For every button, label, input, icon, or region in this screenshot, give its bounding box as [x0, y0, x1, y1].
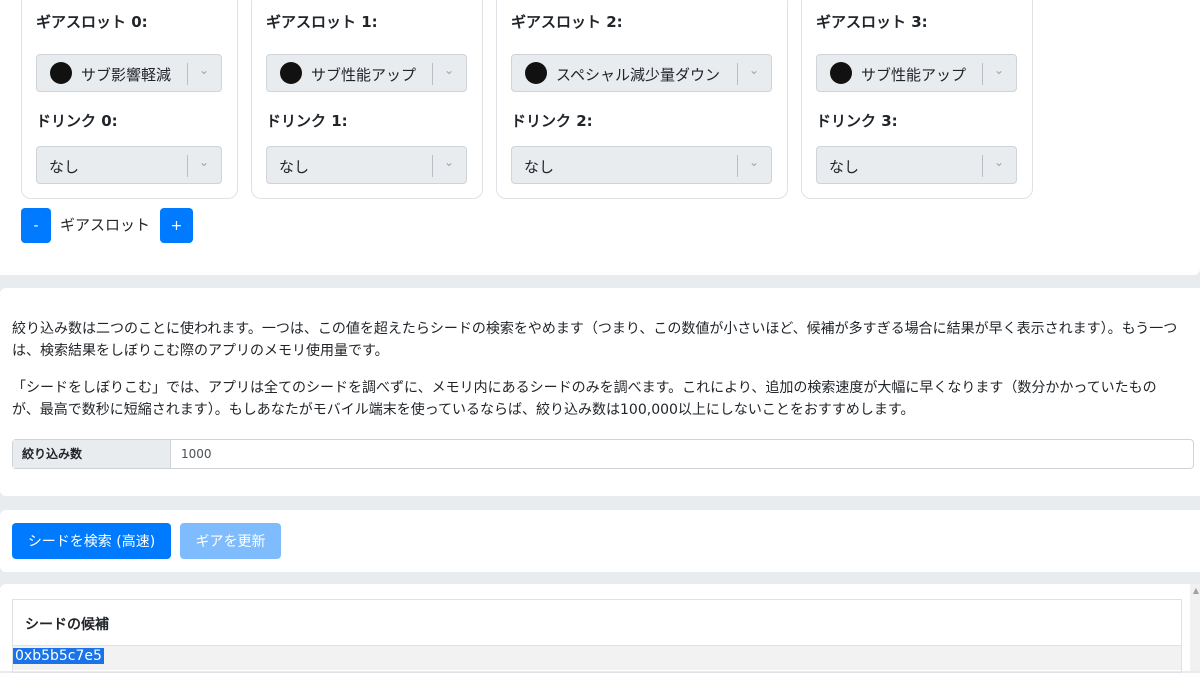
- select-separator: [432, 155, 433, 177]
- drink-value: なし: [829, 158, 860, 176]
- drink-label: ドリンク 3:: [816, 112, 898, 130]
- search-seed-button[interactable]: シードを検索 (高速): [12, 523, 171, 559]
- table-header-label: シードの候補: [25, 617, 109, 633]
- gear-ability-value: スペシャル減少量ダウン: [556, 66, 720, 84]
- drink-value: なし: [524, 158, 555, 176]
- gear-ability-value: サブ性能アップ: [861, 66, 967, 84]
- gear-slot-card-3: ギアスロット 3: サブ性能アップ ⌄ ドリンク 3: なし ⌄: [801, 0, 1033, 199]
- select-separator: [982, 63, 983, 85]
- seed-value[interactable]: 0xb5b5c7e5: [13, 648, 104, 664]
- select-separator: [737, 63, 738, 85]
- sub-power-up-icon: [830, 62, 852, 84]
- action-buttons-section: シードを検索 (高速) ギアを更新: [0, 510, 1200, 572]
- gear-slot-card-2: ギアスロット 2: スペシャル減少量ダウン ⌄ ドリンク 2: なし ⌄: [496, 0, 788, 199]
- chevron-down-icon[interactable]: ⌄: [193, 63, 215, 77]
- chevron-down-icon[interactable]: ⌄: [438, 155, 460, 169]
- drink-value: なし: [49, 158, 80, 176]
- chevron-down-icon[interactable]: ⌄: [988, 63, 1010, 77]
- slot-count-label: ギアスロット: [60, 216, 151, 234]
- drink-label: ドリンク 2:: [511, 112, 593, 130]
- special-saver-icon: [525, 62, 547, 84]
- chevron-down-icon[interactable]: ⌄: [743, 63, 765, 77]
- gear-ability-select-3[interactable]: サブ性能アップ ⌄: [816, 54, 1017, 92]
- sub-power-up-icon: [280, 62, 302, 84]
- select-separator: [187, 63, 188, 85]
- narrow-description-2: 「シードをしぼりこむ」では、アプリは全てのシードを調べずに、メモリ内にあるシード…: [12, 380, 1157, 418]
- gear-ability-select-1[interactable]: サブ性能アップ ⌄: [266, 54, 467, 92]
- drink-select-3[interactable]: なし ⌄: [816, 146, 1017, 184]
- results-section: シードの候補 0xb5b5c7e5 ▲: [0, 584, 1200, 673]
- gear-slots-section: ギアスロット 0: サブ影響軽減 ⌄ ドリンク 0: なし ⌄ ギアスロット 1…: [0, 0, 1200, 275]
- chevron-down-icon[interactable]: ⌄: [438, 63, 460, 77]
- drink-select-1[interactable]: なし ⌄: [266, 146, 467, 184]
- gear-slot-label: ギアスロット 1:: [266, 13, 378, 31]
- narrow-description-1: 絞り込み数は二つのことに使われます。一つは、この値を超えたらシードの検索をやめま…: [12, 321, 1178, 359]
- gear-slot-label: ギアスロット 2:: [511, 13, 623, 31]
- select-separator: [982, 155, 983, 177]
- chevron-down-icon[interactable]: ⌄: [193, 155, 215, 169]
- gear-slot-card-0: ギアスロット 0: サブ影響軽減 ⌄ ドリンク 0: なし ⌄: [21, 0, 238, 199]
- chevron-down-icon[interactable]: ⌄: [743, 155, 765, 169]
- select-separator: [432, 63, 433, 85]
- select-separator: [737, 155, 738, 177]
- gear-ability-select-0[interactable]: サブ影響軽減 ⌄: [36, 54, 222, 92]
- gear-ability-value: サブ性能アップ: [311, 66, 417, 84]
- seed-candidates-table: シードの候補 0xb5b5c7e5: [12, 599, 1182, 673]
- narrow-count-group: 絞り込み数: [12, 439, 1194, 469]
- narrow-settings-section: 絞り込み数は二つのことに使われます。一つは、この値を超えたらシードの検索をやめま…: [0, 288, 1200, 496]
- drink-select-2[interactable]: なし ⌄: [511, 146, 772, 184]
- drink-value: なし: [279, 158, 310, 176]
- gear-ability-select-2[interactable]: スペシャル減少量ダウン ⌄: [511, 54, 772, 92]
- narrow-count-input[interactable]: [171, 440, 1193, 468]
- drink-label: ドリンク 0:: [36, 112, 118, 130]
- gear-slot-label: ギアスロット 3:: [816, 13, 928, 31]
- table-header: シードの候補: [13, 600, 1181, 646]
- update-gear-button[interactable]: ギアを更新: [180, 523, 281, 559]
- gear-ability-value: サブ影響軽減: [81, 66, 172, 84]
- select-separator: [187, 155, 188, 177]
- sub-effect-reduction-icon: [50, 62, 72, 84]
- scroll-up-icon[interactable]: ▲: [1193, 586, 1199, 595]
- remove-slot-button[interactable]: -: [21, 208, 51, 243]
- scrollbar[interactable]: ▲: [1190, 584, 1200, 671]
- narrow-count-label: 絞り込み数: [13, 440, 171, 468]
- drink-select-0[interactable]: なし ⌄: [36, 146, 222, 184]
- chevron-down-icon[interactable]: ⌄: [988, 155, 1010, 169]
- drink-label: ドリンク 1:: [266, 112, 348, 130]
- gear-slot-card-1: ギアスロット 1: サブ性能アップ ⌄ ドリンク 1: なし ⌄: [251, 0, 483, 199]
- add-slot-button[interactable]: +: [160, 208, 193, 243]
- table-row[interactable]: 0xb5b5c7e5: [13, 646, 1181, 670]
- gear-slot-label: ギアスロット 0:: [36, 13, 148, 31]
